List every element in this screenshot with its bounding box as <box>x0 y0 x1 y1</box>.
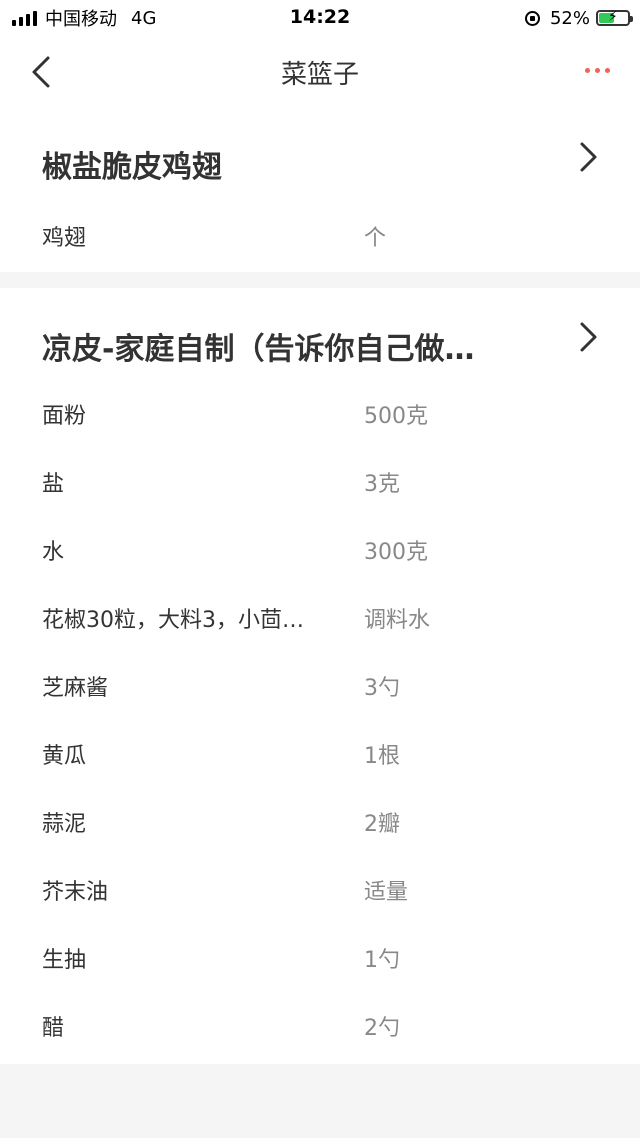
page-title: 菜篮子 <box>280 60 359 90</box>
status-bar: 中国移动 4G 14:22 52% ⚡ <box>0 0 640 36</box>
battery-icon: ⚡ <box>596 9 633 26</box>
rotation-lock-icon <box>524 10 540 26</box>
more-dots-icon <box>585 68 590 73</box>
ingredient-row: 醋 2勺 <box>0 1004 640 1044</box>
ingredient-name: 生抽 <box>42 948 87 973</box>
ingredient-name: 芥末油 <box>42 880 109 905</box>
ingredient-name: 芝麻酱 <box>42 676 109 701</box>
ingredient-name: 水 <box>42 540 65 565</box>
ingredient-quantity: 适量 <box>364 880 409 905</box>
recipe-title[interactable]: 椒盐脆皮鸡翅 <box>42 142 542 186</box>
ingredient-row: 黄瓜 1根 <box>0 732 640 772</box>
ingredient-name: 盐 <box>42 472 65 497</box>
ingredient-quantity: 300克 <box>364 540 428 565</box>
ingredient-row: 蒜泥 2瓣 <box>0 800 640 840</box>
ingredient-name: 醋 <box>42 1016 65 1041</box>
recipe-card[interactable]: 椒盐脆皮鸡翅 鸡翅 个 <box>0 108 640 272</box>
recipe-title[interactable]: 凉皮-家庭自制（告诉你自己做… <box>42 324 542 368</box>
ingredient-row: 生抽 1勺 <box>0 936 640 976</box>
nav-bar: 菜篮子 <box>0 36 640 108</box>
ingredient-name: 鸡翅 <box>42 226 87 251</box>
ingredient-quantity: 1根 <box>364 744 400 769</box>
recipe-card[interactable]: 凉皮-家庭自制（告诉你自己做… 面粉 500克 盐 3克 水 300克 花椒30… <box>0 288 640 1064</box>
ingredient-row: 鸡翅 个 <box>0 214 640 254</box>
battery-percent: 52% <box>549 7 590 29</box>
ingredient-quantity: 1勺 <box>364 948 400 973</box>
ingredient-quantity: 500克 <box>364 404 428 429</box>
ingredient-quantity: 3勺 <box>364 676 400 701</box>
chevron-right-icon[interactable] <box>578 320 600 354</box>
ingredient-row: 花椒30粒，大料3，小茴… 调料水 <box>0 596 640 636</box>
ingredient-quantity: 2勺 <box>364 1016 400 1041</box>
ingredient-row: 盐 3克 <box>0 460 640 500</box>
more-button[interactable] <box>585 68 610 73</box>
ingredient-name: 黄瓜 <box>42 744 87 769</box>
status-right: 52% ⚡ <box>524 6 633 30</box>
ingredient-name: 蒜泥 <box>42 812 87 837</box>
ingredient-row: 水 300克 <box>0 528 640 568</box>
ingredient-quantity: 调料水 <box>364 608 431 633</box>
ingredient-row: 芝麻酱 3勺 <box>0 664 640 704</box>
ingredient-quantity: 3克 <box>364 472 400 497</box>
chevron-right-icon[interactable] <box>578 140 600 174</box>
ingredient-row: 面粉 500克 <box>0 392 640 432</box>
charging-bolt-icon: ⚡ <box>608 9 618 25</box>
ingredient-row: 芥末油 适量 <box>0 868 640 908</box>
ingredient-name: 面粉 <box>42 404 87 429</box>
ingredient-quantity: 个 <box>364 226 387 251</box>
ingredient-name: 花椒30粒，大料3，小茴… <box>42 608 304 633</box>
ingredient-quantity: 2瓣 <box>364 812 400 837</box>
